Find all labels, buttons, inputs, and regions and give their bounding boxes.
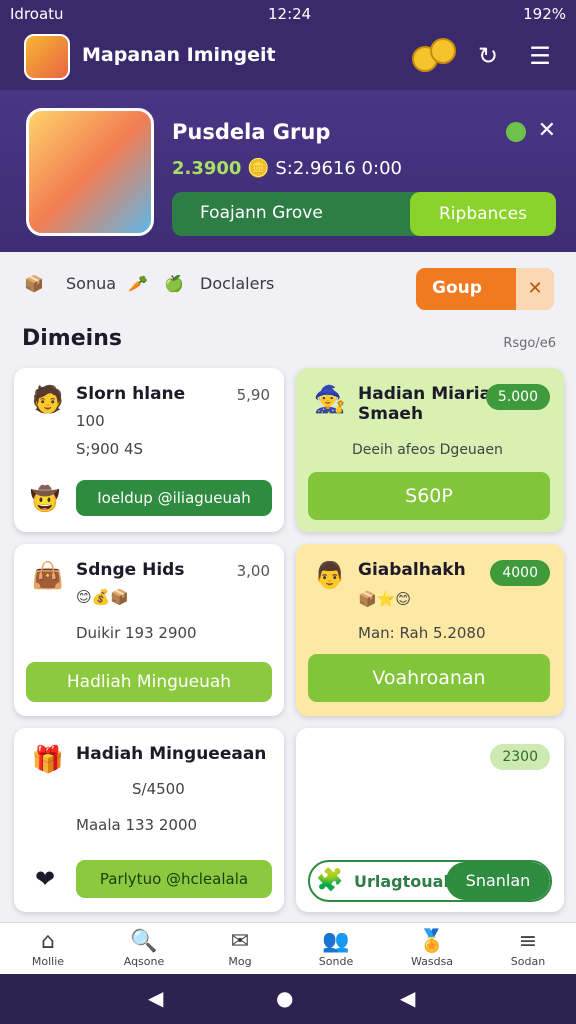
home-button-icon[interactable]: ● <box>276 986 293 1010</box>
back-icon[interactable]: ◀ <box>148 986 163 1010</box>
nav-label: Wasdsa <box>410 955 454 968</box>
nav-home[interactable]: ⌂ Mollie <box>0 929 96 968</box>
group-button-label: Goup <box>432 278 482 298</box>
hero-image <box>26 108 154 236</box>
card-line: Deeih afeos Dgeuaen <box>352 442 503 458</box>
hero-title: Pusdela Grup <box>172 120 331 144</box>
card-title: Slorn hlane <box>76 384 186 404</box>
box-icon: 📦 <box>24 274 44 293</box>
star-icon: 📦⭐😊 <box>358 590 411 608</box>
gift-icon: 🎁 <box>31 745 65 775</box>
bottom-nav: ⌂ Mollie 🔍 Aqsone ✉ Mog 👥 Sonde 🏅 Wasdsa ≡ Sod… <box>0 922 576 974</box>
hero-action-bar: Foajann Grove Ripbances <box>172 192 556 236</box>
character-icon: 👨 <box>313 561 347 591</box>
hero-stat-sub: S:2.9616 0:00 <box>275 158 402 179</box>
group-button[interactable]: Goup ✕ <box>416 268 554 310</box>
carrot-icon: 🥕 <box>128 274 148 293</box>
menu-icon[interactable]: ☰ <box>524 40 556 72</box>
card-1[interactable]: 🧑 Slorn hlane 5,90 100 S;900 4S 🤠 Ioeldu… <box>14 368 284 532</box>
bag-icon: 👜 <box>31 561 65 591</box>
card-line: Maala 133 2000 <box>76 816 198 834</box>
hero-banner: Pusdela Grup ✕ 2.3900 🪙 S:2.9616 0:00 Fo… <box>0 90 576 252</box>
category-sonua[interactable]: Sonua <box>66 274 116 293</box>
card-line: Man: Rah 5.2080 <box>358 624 486 642</box>
section-title: Dimeins <box>22 326 122 351</box>
card-4[interactable]: 👨 Giabalhakh 4000 📦⭐😊 Man: Rah 5.2080 Vo… <box>296 544 564 716</box>
card-3-button[interactable]: Hadliah Mingueuah <box>26 662 272 702</box>
nav-groups[interactable]: 👥 Sonde <box>288 929 384 968</box>
reward-icon: 🏅 <box>418 929 446 954</box>
check-icon <box>506 122 526 142</box>
apple-icon: 🍏 <box>164 274 184 293</box>
hero-left-label[interactable]: Foajann Grove <box>200 203 323 223</box>
nav-settings[interactable]: ≡ Sodan <box>480 929 576 968</box>
section-side-label[interactable]: Rsgo/e6 <box>503 336 556 351</box>
status-bar: Idroatu 12:24 192% <box>0 0 576 28</box>
category-row: 📦 Sonua 🥕 🍏 Doclalers Goup ✕ <box>0 258 576 318</box>
coins-icon[interactable] <box>412 38 458 74</box>
card-line: S;900 4S <box>76 440 144 458</box>
card-line: Duikir 193 2900 <box>76 624 197 642</box>
category-doclalers[interactable]: Doclalers <box>200 274 274 293</box>
card-line: 100 <box>76 412 105 430</box>
app-title: Mapanan Imingeit <box>82 44 276 66</box>
character-icon: 🧙 <box>313 385 347 415</box>
card-badge: 4000 <box>490 560 550 586</box>
card-title: Sdnge Hids <box>76 560 185 580</box>
puzzle-icon: 🧩 <box>316 868 344 893</box>
card-6-left-label[interactable]: Urlagtoual <box>354 872 449 891</box>
character-icon: 🧑 <box>31 385 65 415</box>
app-bar: Mapanan Imingeit ↻ ☰ <box>0 28 576 90</box>
recent-icon[interactable]: ◀ <box>400 986 415 1010</box>
card-5[interactable]: 🎁 Hadiah Mingueeaan S/4500 Maala 133 200… <box>14 728 284 912</box>
clock: 12:24 <box>268 5 312 23</box>
emoji-row-icon: 😊💰📦 <box>76 588 129 606</box>
card-badge: 5.000 <box>485 384 550 410</box>
nav-label: Mog <box>228 955 252 968</box>
card-title: Giabalhakh <box>358 560 466 580</box>
heart-icon: ❤ <box>34 865 56 893</box>
nav-messages[interactable]: ✉ Mog <box>192 929 288 968</box>
card-6-right-button[interactable]: Snanlan <box>446 862 550 900</box>
card-3[interactable]: 👜 Sdnge Hids 3,00 😊💰📦 Duikir 193 2900 Ha… <box>14 544 284 716</box>
hero-stat-main: 2.3900 <box>172 158 242 179</box>
card-line: S/4500 <box>132 780 185 798</box>
nav-label: Sonde <box>318 955 354 968</box>
battery-label: 192% <box>523 5 566 23</box>
card-title: Hadiah Mingueeaan <box>76 744 267 764</box>
nav-label: Aqsone <box>123 955 165 968</box>
search-icon: 🔍 <box>130 929 158 954</box>
hero-right-button[interactable]: Ripbances <box>410 192 556 236</box>
home-icon: ⌂ <box>41 929 55 954</box>
nav-label: Mollie <box>31 955 65 968</box>
card-6[interactable]: 2300 🧩 Urlagtoual Snanlan <box>296 728 564 912</box>
message-icon: ✉ <box>230 929 250 954</box>
card-1-button[interactable]: Ioeldup @iliagueuah <box>76 480 272 516</box>
group-icon: 👥 <box>322 929 350 954</box>
card-6-action[interactable]: 🧩 Urlagtoual Snanlan <box>308 860 552 902</box>
card-2[interactable]: 🧙 Hadian Miaria Smaeh 5.000 Deeih afeos … <box>296 368 564 532</box>
settings-icon: ≡ <box>518 929 538 954</box>
avatar[interactable] <box>24 34 70 80</box>
card-title: Hadian Miaria Smaeh <box>358 384 492 424</box>
card-5-button[interactable]: Parlytuo @hclealala <box>76 860 272 898</box>
nav-search[interactable]: 🔍 Aqsone <box>96 929 192 968</box>
card-2-button[interactable]: S60P <box>308 472 550 520</box>
group-close-icon[interactable]: ✕ <box>516 268 554 310</box>
card-4-button[interactable]: Voahroanan <box>308 654 550 702</box>
close-icon[interactable]: ✕ <box>538 118 556 143</box>
system-nav-bar: ◀ ● ◀ <box>0 974 576 1024</box>
hero-stats: 2.3900 🪙 S:2.9616 0:00 <box>172 158 402 179</box>
nav-label: Sodan <box>510 955 546 968</box>
card-badge: 2300 <box>490 744 550 770</box>
nav-rewards[interactable]: 🏅 Wasdsa <box>384 929 480 968</box>
card-price: 5,90 <box>236 386 270 404</box>
card-price: 3,00 <box>236 562 270 580</box>
refresh-icon[interactable]: ↻ <box>472 40 504 72</box>
coin-icon: 🪙 <box>247 158 270 179</box>
carrier-label: Idroatu <box>10 5 64 23</box>
hunter-icon: 🤠 <box>30 485 60 513</box>
